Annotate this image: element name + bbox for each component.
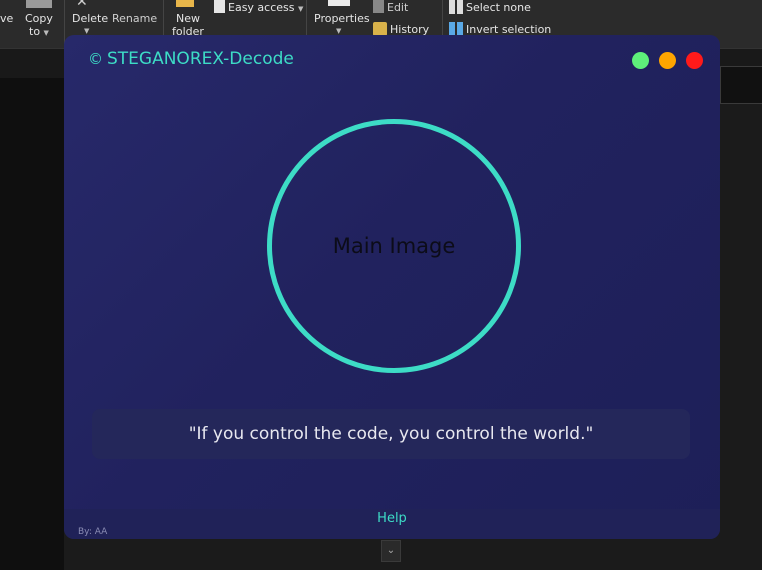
app-footer: Help By: AA	[64, 509, 720, 539]
invert-selection-button[interactable]: Invert selection	[449, 22, 551, 36]
easy-access-button[interactable]: Easy access ▼	[214, 0, 303, 14]
quote-text: "If you control the code, you control th…	[188, 424, 594, 444]
quote-panel: "If you control the code, you control th…	[92, 409, 690, 459]
copy-to-button[interactable]: Copy	[25, 12, 53, 25]
copy-to-sub-label: to ▼	[29, 25, 49, 38]
author-byline: By: AA	[78, 527, 108, 537]
main-image-frame[interactable]: Main Image	[267, 119, 521, 373]
circle-arrow-icon: ©	[88, 50, 103, 68]
explorer-navigation-pane	[0, 78, 64, 570]
history-button[interactable]: History	[373, 22, 429, 36]
document-icon	[214, 0, 225, 13]
edit-icon	[373, 0, 384, 13]
chevron-down-icon: ⌄	[386, 545, 396, 556]
history-icon	[373, 22, 387, 36]
delete-icon: ✕	[76, 0, 88, 10]
ribbon-divider	[64, 0, 65, 44]
scroll-down-button[interactable]: ⌄	[381, 540, 401, 562]
delete-button[interactable]: Delete	[72, 12, 108, 25]
properties-button[interactable]: Properties	[314, 12, 370, 25]
invert-selection-icon	[449, 22, 463, 36]
main-image-placeholder: Main Image	[332, 234, 456, 258]
new-folder-icon	[176, 0, 194, 7]
rename-button[interactable]: Rename	[112, 12, 157, 25]
maximize-button[interactable]	[632, 52, 649, 69]
copy-icon	[26, 0, 52, 8]
steganorex-window: © STEGANOREX-Decode Main Image "If you co…	[64, 35, 720, 539]
select-none-button[interactable]: Select none	[449, 0, 531, 14]
minimize-button[interactable]	[659, 52, 676, 69]
close-button[interactable]	[686, 52, 703, 69]
edit-button[interactable]: Edit	[373, 0, 408, 14]
chevron-down-icon: ▼	[84, 27, 90, 35]
properties-icon	[328, 0, 350, 6]
new-folder-button[interactable]: New	[176, 12, 200, 25]
explorer-search-box[interactable]	[720, 66, 762, 104]
app-title: © STEGANOREX-Decode	[88, 49, 294, 69]
help-link[interactable]: Help	[64, 511, 720, 526]
chevron-down-icon: ▼	[43, 29, 49, 37]
chevron-down-icon: ▼	[336, 27, 342, 35]
select-none-icon	[449, 0, 463, 14]
move-to-button[interactable]: ve	[0, 12, 13, 25]
chevron-down-icon: ▼	[298, 5, 304, 13]
